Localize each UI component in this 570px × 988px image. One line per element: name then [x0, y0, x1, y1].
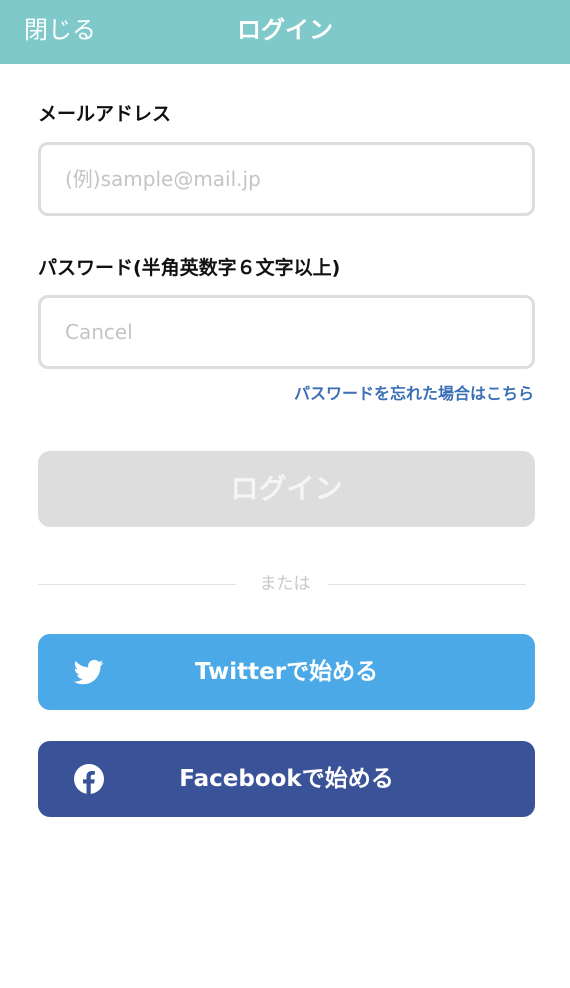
twitter-login-button[interactable]: Twitterで始める: [38, 634, 535, 710]
login-button[interactable]: ログイン: [38, 451, 535, 527]
password-label: パスワード(半角英数字６文字以上): [38, 257, 341, 279]
header-bar: 閉じる ログイン: [0, 0, 570, 64]
page-title: ログイン: [237, 16, 333, 44]
password-field-container: [38, 295, 535, 369]
email-field-container: [38, 142, 535, 216]
login-screen: 閉じる ログイン メールアドレス パスワード(半角英数字６文字以上) パスワード…: [0, 0, 570, 988]
facebook-login-label: Facebookで始める: [179, 766, 394, 792]
divider-line-right: [328, 584, 526, 585]
facebook-login-button[interactable]: Facebookで始める: [38, 741, 535, 817]
twitter-login-label: Twitterで始める: [194, 659, 379, 685]
forgot-password-link[interactable]: パスワードを忘れた場合はこちら: [294, 382, 534, 406]
password-field[interactable]: [41, 298, 532, 366]
email-field[interactable]: [41, 145, 532, 213]
email-label: メールアドレス: [38, 103, 172, 125]
